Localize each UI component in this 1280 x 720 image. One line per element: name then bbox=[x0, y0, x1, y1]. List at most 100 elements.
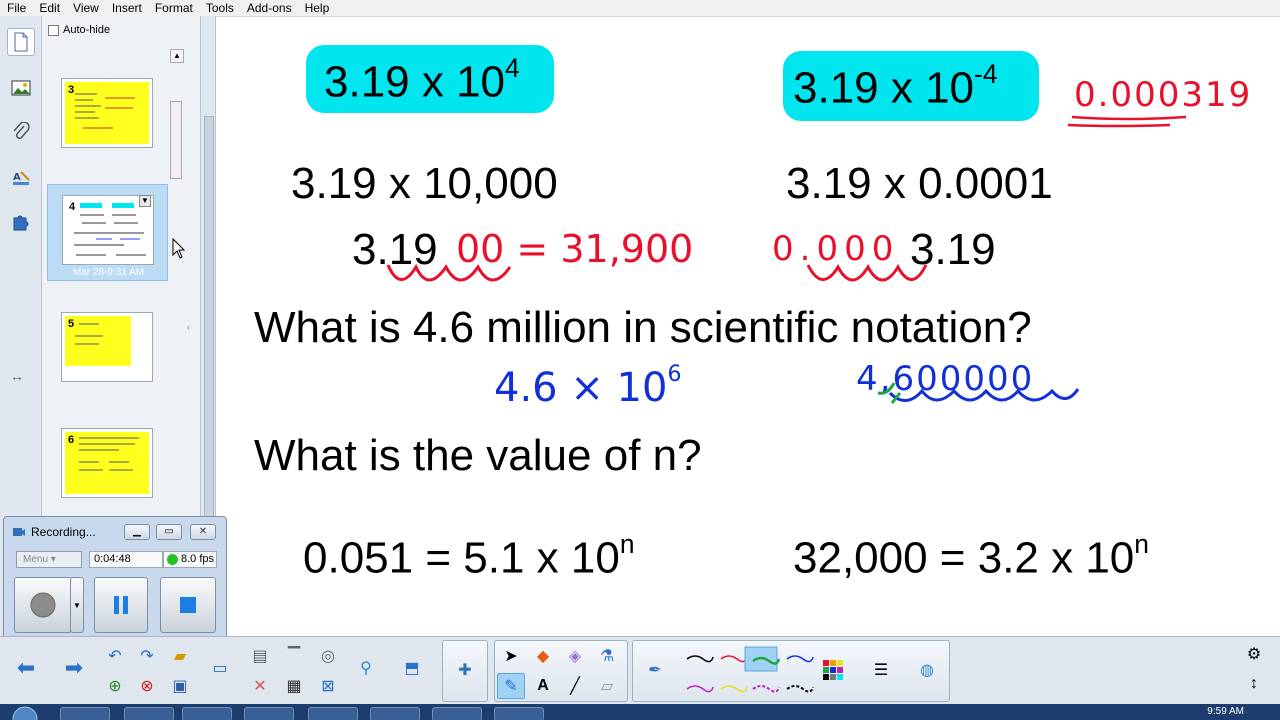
puzzle-icon: ✚ bbox=[458, 662, 472, 679]
pens-tool[interactable]: ✎ bbox=[497, 673, 525, 699]
delete-page-icon: ⊗ bbox=[140, 678, 154, 695]
thumbnail-menu-button[interactable]: ▼ bbox=[139, 195, 151, 207]
taskbar-chrome[interactable] bbox=[124, 707, 174, 720]
selected-page-highlight[interactable]: 4 ▼ Mar 28-9:31 AM bbox=[47, 184, 168, 281]
attachments-tab[interactable] bbox=[7, 118, 35, 146]
delete-page-button[interactable]: ⊗ bbox=[133, 673, 161, 699]
taskbar-app[interactable] bbox=[182, 707, 232, 720]
shapes-icon: ◆ bbox=[536, 648, 550, 665]
pen-style-button[interactable]: ✒ bbox=[641, 657, 669, 683]
page-sorter-tab[interactable] bbox=[7, 28, 35, 56]
thumbnail-content: 5 bbox=[65, 316, 149, 378]
addon-button[interactable]: ✚ bbox=[451, 657, 479, 683]
menu-edit[interactable]: Edit bbox=[32, 0, 66, 16]
menu-format[interactable]: Format bbox=[148, 0, 199, 16]
line-tool[interactable]: ╱ bbox=[561, 673, 589, 699]
fill-tool[interactable]: ⚗ bbox=[593, 643, 621, 669]
page-thumbnail[interactable]: 6 bbox=[61, 428, 153, 498]
menu-view[interactable]: View bbox=[66, 0, 105, 16]
pause-button[interactable] bbox=[94, 577, 148, 633]
capture-button[interactable]: ◎ bbox=[314, 643, 342, 669]
screen-shade-icon: ▔ bbox=[287, 648, 301, 665]
clear-button[interactable]: ✕ bbox=[246, 673, 274, 699]
scroll-up-arrow[interactable]: ▲ bbox=[170, 49, 184, 63]
maximize-button[interactable]: ▭ bbox=[156, 524, 182, 540]
save-button[interactable]: ▣ bbox=[166, 673, 194, 699]
screen-shade-button[interactable]: ▔ bbox=[280, 643, 308, 669]
settings-button[interactable]: ⚙ bbox=[1240, 641, 1268, 667]
scroll-thumb[interactable] bbox=[170, 101, 182, 179]
line-width-icon: ☰ bbox=[873, 662, 889, 679]
expansion-right: 3.19 x 0.0001 bbox=[786, 159, 1053, 208]
stop-icon bbox=[180, 597, 196, 613]
equation-right: 32,000 = 3.2 x 10n bbox=[793, 529, 1149, 583]
paste-button[interactable]: ▤ bbox=[246, 643, 274, 669]
splitter-grip[interactable] bbox=[204, 116, 214, 526]
menu-file[interactable]: File bbox=[0, 0, 32, 16]
clipboard-icon: ▤ bbox=[252, 648, 268, 665]
record-button[interactable] bbox=[14, 577, 72, 633]
properties-tab[interactable]: A bbox=[7, 164, 35, 192]
gallery-tab[interactable] bbox=[7, 74, 35, 102]
toolbar-position-button[interactable]: ↕ bbox=[1240, 671, 1268, 697]
document-camera-button[interactable]: ⚲ bbox=[352, 655, 380, 681]
text-tool[interactable]: A bbox=[529, 673, 557, 699]
screen-display-button[interactable]: ▭ bbox=[206, 655, 234, 681]
open-button[interactable]: ▰ bbox=[166, 643, 194, 669]
checkbox-box[interactable] bbox=[48, 24, 59, 36]
menu-insert[interactable]: Insert bbox=[105, 0, 148, 16]
close-button[interactable]: ✕ bbox=[190, 524, 216, 540]
page-thumbnail[interactable]: 3 bbox=[61, 78, 153, 148]
taskbar-app2[interactable] bbox=[432, 707, 482, 720]
page-thumbnail[interactable]: 5 bbox=[61, 312, 153, 382]
delete-button[interactable]: ⊠ bbox=[314, 673, 342, 699]
handwritten-answer-one: 4.6 × 106 bbox=[494, 361, 682, 411]
color-palette-button[interactable] bbox=[819, 657, 847, 683]
addons-tab[interactable] bbox=[7, 208, 35, 236]
taskbar-explorer[interactable] bbox=[244, 707, 294, 720]
gallery-icon bbox=[11, 80, 31, 96]
autohide-checkbox[interactable]: Auto-hide bbox=[48, 24, 110, 36]
equation-left: 0.051 = 5.1 x 10n bbox=[303, 529, 635, 583]
taskbar-ie[interactable] bbox=[60, 707, 110, 720]
record-options-dropdown[interactable]: ▼ bbox=[70, 577, 84, 633]
magic-eraser-tool[interactable]: ▱ bbox=[593, 673, 621, 699]
add-page-button[interactable]: ⊕ bbox=[101, 673, 129, 699]
gear-icon: ⚙ bbox=[1246, 646, 1262, 663]
addon-group: ✚ bbox=[442, 640, 488, 702]
menu-tools[interactable]: Tools bbox=[199, 0, 240, 16]
undo-button[interactable]: ↶ bbox=[101, 643, 129, 669]
pen-styles-group: ✒ ☰ ◍ bbox=[632, 640, 950, 702]
question-two: What is the value of n? bbox=[254, 431, 702, 480]
recorder-menu-dropdown[interactable]: Menu ▾ bbox=[16, 551, 82, 568]
line-width-button[interactable]: ☰ bbox=[867, 657, 895, 683]
eraser-tool[interactable]: ◈ bbox=[561, 643, 589, 669]
tools-group: ➤ ◆ ◈ ⚗ ✎ A ╱ ▱ bbox=[494, 640, 628, 702]
shapes-tool[interactable]: ◆ bbox=[529, 643, 557, 669]
minimize-button[interactable]: ▁ bbox=[124, 524, 150, 540]
taskbar-recorder[interactable] bbox=[308, 707, 358, 720]
start-button-icon[interactable] bbox=[6, 705, 44, 720]
system-clock: 9:59 AM bbox=[1207, 706, 1244, 717]
camera-icon: ◎ bbox=[321, 648, 335, 665]
taskbar-word[interactable] bbox=[370, 707, 420, 720]
response-button[interactable]: ⬒ bbox=[398, 655, 426, 681]
resize-arrows-icon[interactable]: ↔ bbox=[10, 368, 24, 384]
thumbnail-date: Mar 28-9:31 AM bbox=[72, 267, 145, 278]
whiteboard-canvas[interactable]: 3.19 x 104 3.19 x 10-4 0.000319 3.19 x 1… bbox=[216, 16, 1280, 636]
arrow-right-icon: ➡ bbox=[64, 655, 84, 680]
status-dot-icon bbox=[167, 554, 178, 565]
insert-table-button[interactable]: ▦ bbox=[280, 673, 308, 699]
redo-button[interactable]: ↷ bbox=[133, 643, 161, 669]
menu-help[interactable]: Help bbox=[298, 0, 336, 16]
collapse-arrow-icon[interactable]: ‹ bbox=[187, 322, 190, 332]
taskbar-notebook[interactable] bbox=[494, 707, 544, 720]
next-page-button[interactable]: ➡ bbox=[60, 655, 88, 681]
transparency-button[interactable]: ◍ bbox=[913, 657, 941, 683]
stop-button[interactable] bbox=[160, 577, 216, 633]
pointer-icon: ➤ bbox=[504, 648, 518, 665]
response-icon: ⬒ bbox=[404, 660, 420, 677]
previous-page-button[interactable]: ⬅ bbox=[12, 655, 40, 681]
menu-addons[interactable]: Add-ons bbox=[240, 0, 298, 16]
select-tool[interactable]: ➤ bbox=[497, 643, 525, 669]
